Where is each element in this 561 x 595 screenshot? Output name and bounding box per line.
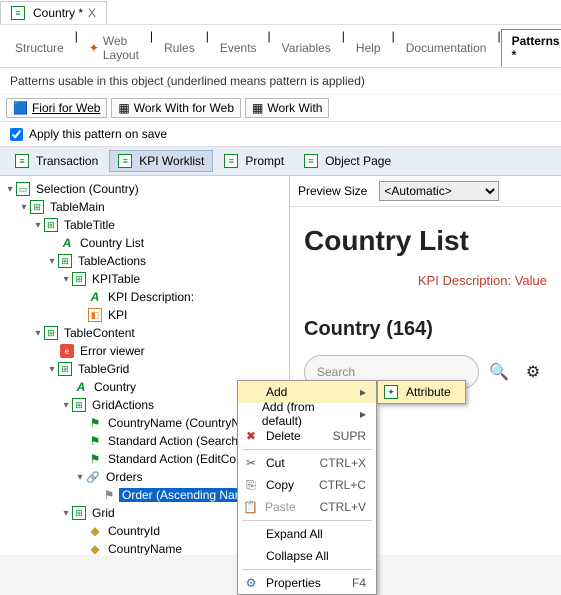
tree-kpitable[interactable]: ▾⊞KPITable <box>0 270 289 288</box>
web-icon: ✦ <box>89 41 99 55</box>
submenu-add[interactable]: ✦Attribute <box>377 380 466 404</box>
tree-countrylist[interactable]: ACountry List <box>0 234 289 252</box>
toolbar-prompt[interactable]: ≡Prompt <box>215 150 293 172</box>
ctx-collapse-all[interactable]: Collapse All <box>238 545 376 567</box>
toolbar-object-page[interactable]: ≡Object Page <box>295 150 400 172</box>
attribute-icon: ✦ <box>384 385 398 399</box>
subtab-events[interactable]: Events <box>209 29 268 67</box>
table-icon: ⊞ <box>72 272 86 286</box>
worklist-icon: ≡ <box>118 154 132 168</box>
table-icon: ⊞ <box>44 326 58 340</box>
link-icon: 🔗 <box>86 470 100 484</box>
ctx-properties[interactable]: ⚙PropertiesF4 <box>238 572 376 594</box>
tree-errorviewer[interactable]: eError viewer <box>0 342 289 360</box>
text-icon: A <box>60 236 74 250</box>
close-icon[interactable]: X <box>88 6 96 20</box>
cut-icon: ✂ <box>242 456 260 470</box>
ww-icon: ▦ <box>252 101 263 115</box>
preview-size-label: Preview Size <box>298 184 367 198</box>
column-icon: ◆ <box>88 542 102 555</box>
preview-size-select[interactable]: <Automatic> <box>379 181 499 201</box>
grid-icon: ⊞ <box>72 506 86 520</box>
text-icon: A <box>88 290 102 304</box>
pattern-workwith-web[interactable]: ▦Work With for Web <box>111 98 241 118</box>
table-icon: ⊞ <box>58 254 72 268</box>
toolbar-transaction[interactable]: ≡Transaction <box>6 150 107 172</box>
paste-icon: 📋 <box>242 500 259 514</box>
toolbar-kpi-worklist[interactable]: ≡KPI Worklist <box>109 150 213 172</box>
settings-icon[interactable]: ⚙ <box>519 358 547 386</box>
subtab-patterns[interactable]: Patterns * <box>501 29 561 67</box>
submenu-attribute[interactable]: ✦Attribute <box>378 381 465 403</box>
apply-label: Apply this pattern on save <box>29 127 167 141</box>
copy-icon: ⎘ <box>242 478 260 493</box>
gear-icon: ⚙ <box>242 576 260 590</box>
tree-kpidesc[interactable]: AKPI Description: <box>0 288 289 306</box>
preview-count: Country (164) <box>304 318 547 341</box>
subtab-documentation[interactable]: Documentation <box>395 29 498 67</box>
doc-tab-country[interactable]: ≡ Country * X <box>0 1 107 24</box>
tree-tabletitle[interactable]: ▾⊞TableTitle <box>0 216 289 234</box>
preview-title: Country List <box>304 225 547 257</box>
ctx-add-from-default[interactable]: Add (from default)▸ <box>238 403 376 425</box>
ctx-paste: 📋PasteCTRL+V <box>238 496 376 518</box>
ctx-cut[interactable]: ✂CutCTRL+X <box>238 452 376 474</box>
kpi-icon: ◧ <box>88 308 102 322</box>
ctx-copy[interactable]: ⎘CopyCTRL+C <box>238 474 376 496</box>
tree-tableactions[interactable]: ▾⊞TableActions <box>0 252 289 270</box>
tree-tablecontent[interactable]: ▾⊞TableContent <box>0 324 289 342</box>
delete-icon: ✖ <box>242 429 260 443</box>
transaction-icon: ≡ <box>15 154 29 168</box>
ctx-delete[interactable]: ✖DeleteSUPR <box>238 425 376 447</box>
flag-icon: ⚑ <box>88 452 102 466</box>
fiori-icon: 🟦 <box>13 101 28 115</box>
column-icon: ◆ <box>88 524 102 538</box>
flag-icon: ⚑ <box>88 416 102 430</box>
prompt-icon: ≡ <box>224 154 238 168</box>
tree-tablegrid[interactable]: ▾⊞TableGrid <box>0 360 289 378</box>
preview-kpi: KPI Description: Value <box>304 273 547 288</box>
search-icon[interactable]: 🔍 <box>485 358 513 386</box>
table-icon: ⊞ <box>58 362 72 376</box>
ctx-expand-all[interactable]: Expand All <box>238 523 376 545</box>
table-icon: ⊞ <box>30 200 44 214</box>
tree-kpi[interactable]: ◧KPI <box>0 306 289 324</box>
subtab-web-layout[interactable]: ✦Web Layout <box>78 29 150 67</box>
flag-icon: ⚑ <box>102 488 116 502</box>
subtab-variables[interactable]: Variables <box>271 29 342 67</box>
error-icon: e <box>60 344 74 358</box>
context-menu[interactable]: Add▸ Add (from default)▸ ✖DeleteSUPR ✂Cu… <box>237 380 377 595</box>
ww-icon: ▦ <box>118 101 129 115</box>
subtab-help[interactable]: Help <box>345 29 392 67</box>
tree-selection[interactable]: ▾▭Selection (Country) <box>0 180 289 198</box>
pattern-fiori[interactable]: 🟦Fiori for Web <box>6 98 107 118</box>
sel-icon: ▭ <box>16 182 30 196</box>
apply-checkbox[interactable] <box>10 128 23 141</box>
text-icon: A <box>74 380 88 394</box>
object-icon: ≡ <box>304 154 318 168</box>
transaction-icon: ≡ <box>11 6 25 20</box>
flag-icon: ⚑ <box>88 434 102 448</box>
pattern-workwith[interactable]: ▦Work With <box>245 98 329 118</box>
tree-tablemain[interactable]: ▾⊞TableMain <box>0 198 289 216</box>
tab-title: Country * <box>33 6 83 20</box>
pattern-hint: Patterns usable in this object (underlin… <box>0 68 561 95</box>
table-icon: ⊞ <box>72 398 86 412</box>
subtab-structure[interactable]: Structure <box>4 29 75 67</box>
table-icon: ⊞ <box>44 218 58 232</box>
subtab-rules[interactable]: Rules <box>153 29 206 67</box>
